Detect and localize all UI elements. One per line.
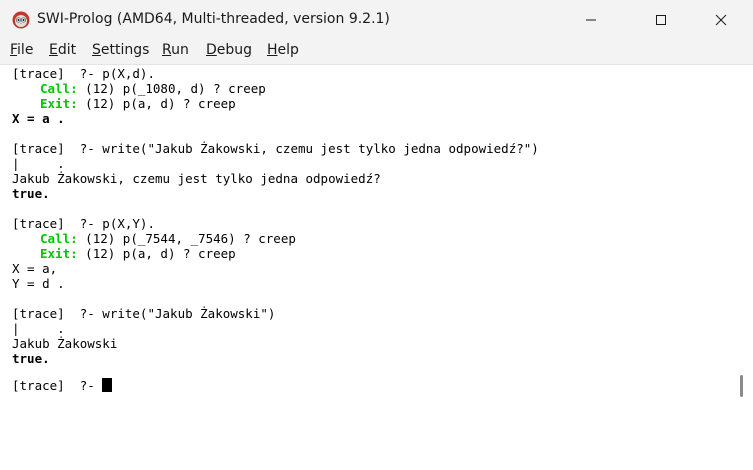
output-line: Jakub Żakowski — [12, 336, 118, 351]
vertical-scrollbar[interactable] — [736, 65, 753, 470]
text-cursor — [102, 378, 113, 392]
output-line: Jakub Żakowski, czemu jest tylko jedna o… — [12, 171, 381, 186]
menu-bar: File Edit Settings Run Debug Help — [0, 40, 753, 65]
swi-prolog-window: SWI-Prolog (AMD64, Multi-threaded, versi… — [0, 0, 753, 470]
console-output[interactable]: [trace] ?- p(X,d). Call: (12) p(_1080, d… — [0, 65, 736, 470]
window-title: SWI-Prolog (AMD64, Multi-threaded, versi… — [37, 11, 390, 27]
binding-line: Y = d . — [12, 276, 65, 291]
result-true: true. — [12, 186, 50, 201]
exit-port-label: Exit: — [40, 246, 78, 261]
trace-call-line: Call: (12) p(_1080, d) ? creep — [40, 81, 266, 96]
binding-line: X = a, — [12, 261, 58, 276]
console-line: [trace] ?- p(X,d). — [12, 66, 155, 81]
scrollbar-thumb[interactable] — [740, 375, 743, 397]
binding-line: X = a . — [12, 111, 65, 126]
minimize-button[interactable] — [568, 0, 614, 40]
menu-edit[interactable]: Edit — [49, 42, 76, 58]
prompt-text: [trace] ?- — [12, 378, 103, 393]
continuation-line: | . — [12, 156, 65, 171]
menu-run[interactable]: Run — [162, 42, 189, 58]
console-line: [trace] ?- p(X,Y). — [12, 216, 155, 231]
maximize-button[interactable] — [638, 0, 684, 40]
result-true: true. — [12, 351, 50, 366]
console-line: [trace] ?- write("Jakub Żakowski, czemu … — [12, 141, 539, 156]
call-port-label: Call: — [40, 231, 78, 246]
console-line: [trace] ?- write("Jakub Żakowski") — [12, 306, 276, 321]
menu-debug[interactable]: Debug — [206, 42, 252, 58]
call-port-label: Call: — [40, 81, 78, 96]
title-bar[interactable]: SWI-Prolog (AMD64, Multi-threaded, versi… — [0, 0, 753, 40]
trace-exit-line: Exit: (12) p(a, d) ? creep — [40, 246, 236, 261]
trace-exit-line: Exit: (12) p(a, d) ? creep — [40, 96, 236, 111]
maximize-icon — [656, 15, 666, 25]
menu-settings[interactable]: Settings — [92, 42, 149, 58]
exit-port-label: Exit: — [40, 96, 78, 111]
minimize-icon — [586, 19, 596, 21]
continuation-line: | . — [12, 321, 65, 336]
trace-exit-text: (12) p(a, d) ? creep — [77, 246, 236, 261]
close-button[interactable] — [698, 0, 744, 40]
menu-file[interactable]: File — [10, 42, 33, 58]
trace-call-text: (12) p(_1080, d) ? creep — [77, 81, 266, 96]
swi-prolog-owl-icon — [12, 11, 30, 29]
trace-call-text: (12) p(_7544, _7546) ? creep — [77, 231, 296, 246]
close-icon — [715, 14, 727, 26]
trace-call-line: Call: (12) p(_7544, _7546) ? creep — [40, 231, 296, 246]
trace-exit-text: (12) p(a, d) ? creep — [77, 96, 236, 111]
prompt-line[interactable]: [trace] ?- — [12, 378, 113, 393]
menu-help[interactable]: Help — [267, 42, 299, 58]
